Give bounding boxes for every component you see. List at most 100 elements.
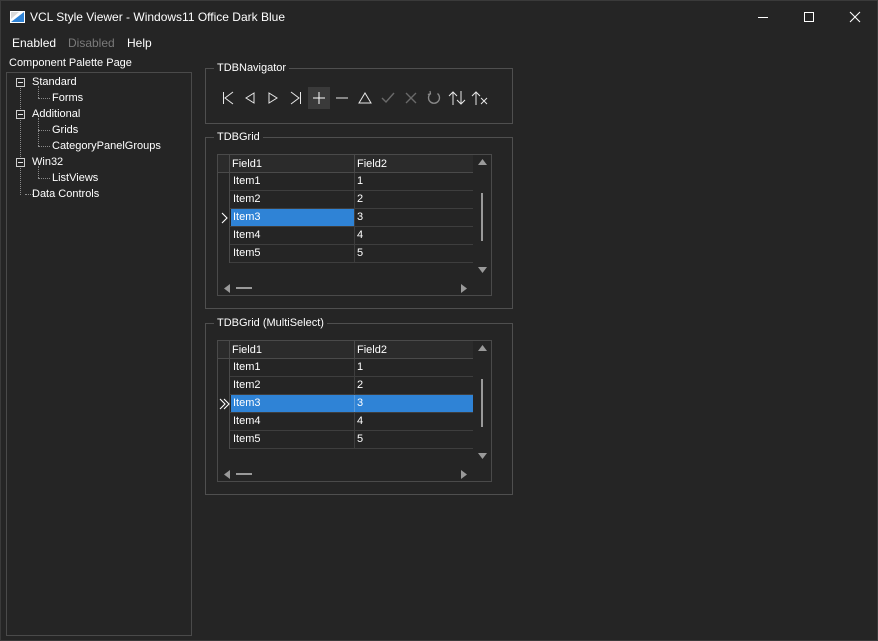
table-row[interactable]: Item4 4 bbox=[218, 413, 473, 431]
nav-insert-button[interactable] bbox=[308, 87, 330, 109]
grid-cell[interactable]: 1 bbox=[355, 173, 473, 190]
column-separator bbox=[354, 341, 355, 359]
nav-apply-updates-button[interactable] bbox=[446, 87, 468, 109]
table-row-current[interactable]: Item3 3 bbox=[218, 209, 473, 227]
db-grid-multiselect[interactable]: Field1 Field2 Item1 1 Item2 2 Item3 3 It… bbox=[217, 340, 492, 482]
vertical-scroll-thumb[interactable] bbox=[481, 379, 483, 427]
tree-item-win32[interactable]: Win32 bbox=[32, 156, 63, 168]
grid-cell[interactable]: Item5 bbox=[231, 431, 354, 448]
tree-item-listviews[interactable]: ListViews bbox=[52, 172, 98, 184]
delete-icon bbox=[336, 97, 348, 99]
table-row-current[interactable]: Item3 3 bbox=[218, 395, 473, 413]
menu-enabled[interactable]: Enabled bbox=[12, 36, 56, 50]
grid-cell[interactable]: 5 bbox=[355, 431, 473, 448]
next-icon bbox=[268, 92, 278, 104]
grid-cell[interactable]: 5 bbox=[355, 245, 473, 262]
column-header-field1[interactable]: Field1 bbox=[232, 158, 262, 170]
insert-icon bbox=[313, 92, 325, 104]
vertical-scroll-thumb[interactable] bbox=[481, 193, 483, 241]
horizontal-scrollbar[interactable] bbox=[218, 465, 474, 481]
table-row[interactable]: Item2 2 bbox=[218, 377, 473, 395]
column-header-field2[interactable]: Field2 bbox=[357, 158, 387, 170]
nav-cancel-button[interactable] bbox=[400, 87, 422, 109]
tree-item-categorypanelgroups[interactable]: CategoryPanelGroups bbox=[52, 140, 161, 152]
grid-cell-selected[interactable]: Item3 bbox=[231, 395, 354, 412]
table-row[interactable]: Item2 2 bbox=[218, 191, 473, 209]
navigator-group: TDBNavigator bbox=[205, 62, 513, 124]
vertical-scrollbar[interactable] bbox=[474, 341, 491, 467]
collapse-toggle-icon[interactable] bbox=[16, 78, 25, 87]
tree-item-data-controls[interactable]: Data Controls bbox=[32, 188, 99, 200]
table-row[interactable]: Item1 1 bbox=[218, 359, 473, 377]
horizontal-scroll-thumb[interactable] bbox=[236, 287, 252, 289]
collapse-toggle-icon[interactable] bbox=[16, 158, 25, 167]
grid-cell[interactable]: 2 bbox=[355, 377, 473, 394]
grid-cell[interactable]: 1 bbox=[355, 359, 473, 376]
grid-cell[interactable]: 4 bbox=[355, 413, 473, 430]
vertical-scrollbar[interactable] bbox=[474, 155, 491, 281]
grid-cell-selected[interactable]: Item3 bbox=[231, 209, 354, 226]
tree-item-additional[interactable]: Additional bbox=[32, 108, 80, 120]
arrow-indicator-icon bbox=[221, 212, 228, 224]
scroll-left-icon[interactable] bbox=[224, 470, 230, 479]
tree-line bbox=[38, 98, 50, 99]
db-grid[interactable]: Field1 Field2 Item1 1 Item2 2 Item3 3 It… bbox=[217, 154, 492, 296]
first-icon bbox=[223, 91, 234, 105]
grid-cell[interactable]: Item2 bbox=[231, 191, 354, 208]
tree-item-standard[interactable]: Standard bbox=[32, 76, 77, 88]
scroll-left-icon[interactable] bbox=[224, 284, 230, 293]
cancel-updates-icon bbox=[471, 91, 488, 105]
palette-tree[interactable]: Standard Forms Additional Grids Category… bbox=[6, 72, 192, 636]
column-header-field2[interactable]: Field2 bbox=[357, 344, 387, 356]
grid-cell[interactable]: Item1 bbox=[231, 173, 354, 190]
grid-caption: TDBGrid bbox=[214, 131, 263, 143]
maximize-button[interactable] bbox=[786, 1, 832, 33]
grid-cell[interactable]: 2 bbox=[355, 191, 473, 208]
menu-disabled[interactable]: Disabled bbox=[68, 36, 115, 50]
nav-cancel-updates-button[interactable] bbox=[469, 87, 491, 109]
minimize-button[interactable] bbox=[740, 1, 786, 33]
window-title: VCL Style Viewer - Windows11 Office Dark… bbox=[30, 10, 285, 24]
scroll-right-icon[interactable] bbox=[461, 470, 467, 479]
edit-icon bbox=[358, 92, 372, 104]
nav-delete-button[interactable] bbox=[331, 87, 353, 109]
horizontal-scroll-thumb[interactable] bbox=[236, 473, 252, 475]
table-row[interactable]: Item1 1 bbox=[218, 173, 473, 191]
nav-post-button[interactable] bbox=[377, 87, 399, 109]
collapse-toggle-icon[interactable] bbox=[16, 110, 25, 119]
nav-first-button[interactable] bbox=[217, 87, 239, 109]
nav-refresh-button[interactable] bbox=[423, 87, 445, 109]
nav-edit-button[interactable] bbox=[354, 87, 376, 109]
app-icon bbox=[10, 11, 25, 23]
close-button[interactable] bbox=[832, 1, 878, 33]
menu-help[interactable]: Help bbox=[127, 36, 152, 50]
grid-cell[interactable]: Item2 bbox=[231, 377, 354, 394]
tree-item-grids[interactable]: Grids bbox=[52, 124, 78, 136]
scroll-down-icon[interactable] bbox=[478, 453, 487, 459]
table-row[interactable]: Item5 5 bbox=[218, 245, 473, 263]
table-row[interactable]: Item4 4 bbox=[218, 227, 473, 245]
nav-last-button[interactable] bbox=[285, 87, 307, 109]
table-row[interactable]: Item5 5 bbox=[218, 431, 473, 449]
nav-next-button[interactable] bbox=[262, 87, 284, 109]
grid-cell[interactable]: Item4 bbox=[231, 413, 354, 430]
grid-cell[interactable]: Item4 bbox=[231, 227, 354, 244]
grid-cell[interactable]: 4 bbox=[355, 227, 473, 244]
grid-cell[interactable]: 3 bbox=[355, 209, 473, 226]
grid-cell[interactable]: Item5 bbox=[231, 245, 354, 262]
grid-cell-selected[interactable]: 3 bbox=[355, 395, 473, 412]
column-header-field1[interactable]: Field1 bbox=[232, 344, 262, 356]
row-separator bbox=[230, 448, 473, 449]
scroll-up-icon[interactable] bbox=[478, 159, 487, 165]
nav-prior-button[interactable] bbox=[239, 87, 261, 109]
tree-item-forms[interactable]: Forms bbox=[52, 92, 83, 104]
grid-cell[interactable]: Item1 bbox=[231, 359, 354, 376]
horizontal-scrollbar[interactable] bbox=[218, 279, 474, 295]
palette-label: Component Palette Page bbox=[9, 57, 132, 69]
scroll-down-icon[interactable] bbox=[478, 267, 487, 273]
scroll-right-icon[interactable] bbox=[461, 284, 467, 293]
title-bar[interactable]: VCL Style Viewer - Windows11 Office Dark… bbox=[1, 1, 877, 33]
multiselect-grid-caption: TDBGrid (MultiSelect) bbox=[214, 317, 327, 329]
scroll-up-icon[interactable] bbox=[478, 345, 487, 351]
grid-header: Field1 Field2 bbox=[218, 155, 473, 173]
